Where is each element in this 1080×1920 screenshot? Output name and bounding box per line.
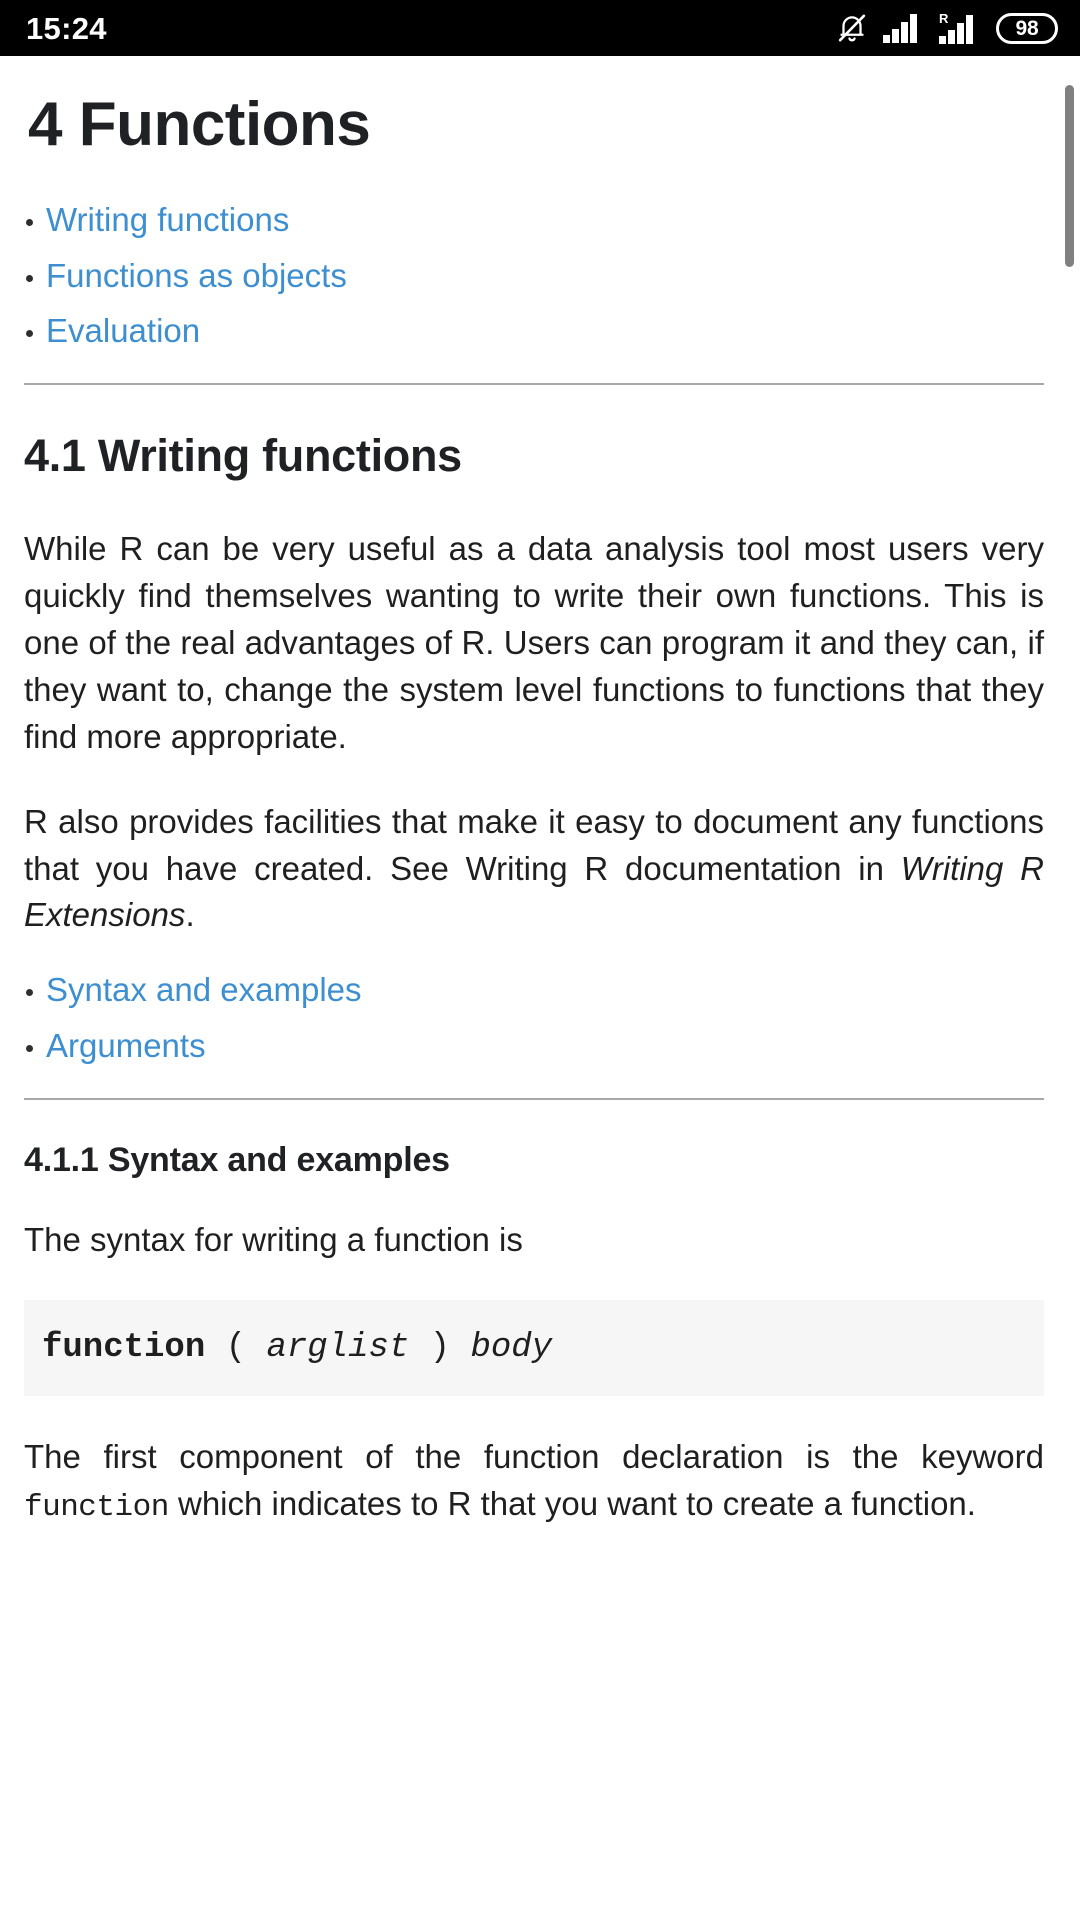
inline-code-function: function bbox=[24, 1489, 169, 1525]
notifications-muted-icon bbox=[835, 11, 869, 45]
roaming-signal-icon: R bbox=[937, 11, 983, 45]
paragraph-writing-functions-intro: While R can be very useful as a data ana… bbox=[24, 530, 1044, 755]
paragraph-text-part: which indicates to R that you want to cr… bbox=[168, 1484, 976, 1522]
paragraph-text-part: R also provides facilities that make it … bbox=[24, 802, 1044, 887]
paragraph-text-part: The first component of the function decl… bbox=[24, 1437, 1044, 1475]
list-item[interactable]: Writing functions bbox=[24, 201, 1044, 238]
vertical-scrollbar[interactable] bbox=[1065, 56, 1074, 1920]
battery-indicator: 98 bbox=[996, 12, 1058, 44]
chapter-toc-list: Writing functions Functions as objects E… bbox=[24, 159, 1044, 349]
toc-link-writing-functions[interactable]: Writing functions bbox=[46, 201, 289, 238]
svg-text:R: R bbox=[939, 11, 949, 26]
scrollbar-thumb[interactable] bbox=[1065, 85, 1074, 267]
code-token-keyword: function bbox=[42, 1328, 206, 1367]
status-bar-clock: 15:24 bbox=[26, 10, 107, 46]
toc-link-evaluation[interactable]: Evaluation bbox=[46, 312, 200, 349]
code-block-function-syntax: function ( arglist ) body bbox=[24, 1299, 1044, 1396]
battery-level-label: 98 bbox=[1015, 16, 1039, 40]
document-page: 4 Functions Writing functions Functions … bbox=[0, 56, 1080, 1920]
paragraph-first-component: The first component of the function decl… bbox=[24, 1396, 1044, 1530]
code-token-paren-open: ( bbox=[205, 1328, 267, 1367]
code-token-body: body bbox=[470, 1328, 553, 1367]
list-item[interactable]: Evaluation bbox=[24, 312, 1044, 349]
paragraph-syntax-intro: The syntax for writing a function is bbox=[24, 1220, 523, 1258]
subsection-heading-4-1-1: 4.1.1 Syntax and examples bbox=[24, 1140, 450, 1179]
toc-link-syntax-and-examples[interactable]: Syntax and examples bbox=[46, 971, 362, 1008]
section-heading-4-1: 4.1 Writing functions bbox=[24, 429, 462, 481]
toc-link-arguments[interactable]: Arguments bbox=[46, 1027, 206, 1064]
signal-bars-icon bbox=[882, 12, 924, 44]
list-item[interactable]: Functions as objects bbox=[24, 257, 1044, 294]
list-item[interactable]: Syntax and examples bbox=[24, 971, 1044, 1008]
document-content: 4 Functions Writing functions Functions … bbox=[0, 56, 1080, 1530]
toc-link-functions-as-objects[interactable]: Functions as objects bbox=[46, 257, 347, 294]
paragraph-text-part: . bbox=[185, 896, 195, 934]
code-token-paren-close: ) bbox=[409, 1328, 471, 1367]
status-bar-icons: R 98 bbox=[835, 11, 1058, 45]
code-token-arglist: arglist bbox=[266, 1328, 410, 1367]
section-toc-list: Syntax and examples Arguments bbox=[24, 939, 1044, 1063]
list-item[interactable]: Arguments bbox=[24, 1027, 1044, 1064]
status-bar: 15:24 R 98 bbox=[0, 0, 1080, 56]
paragraph-documentation: R also provides facilities that make it … bbox=[24, 761, 1044, 940]
page-title: 4 Functions bbox=[28, 90, 371, 159]
